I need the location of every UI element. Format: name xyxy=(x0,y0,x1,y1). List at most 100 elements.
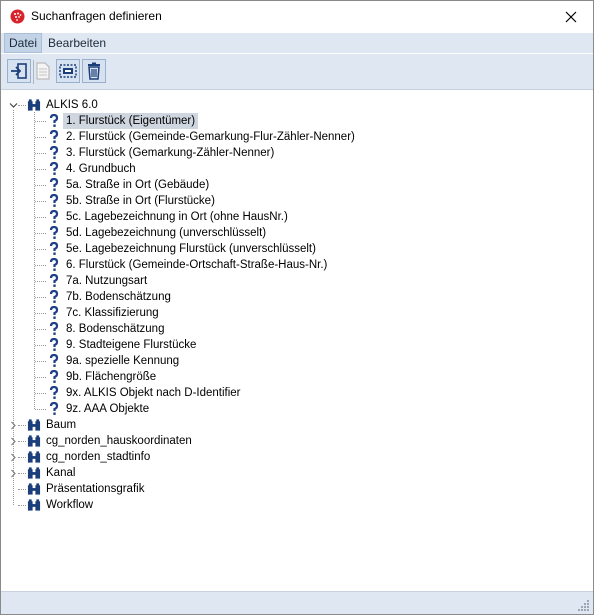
node-label: Baum xyxy=(46,419,77,431)
node-label: 2. Flurstück (Gemeinde-Gemarkung-Flur-Zä… xyxy=(66,131,355,143)
question-icon xyxy=(49,338,59,351)
node-icon-wrap xyxy=(47,354,61,368)
node-label: 9a. spezielle Kennung xyxy=(66,355,180,367)
node-icon-wrap xyxy=(47,162,61,176)
tree-query-item[interactable]: 5c. Lagebezeichnung in Ort (ohne HausNr.… xyxy=(47,209,291,225)
tree-query-item[interactable]: 7a. Nutzungsart xyxy=(47,273,150,289)
tree-query-item[interactable]: 3. Flurstück (Gemarkung-Zähler-Nenner) xyxy=(47,145,277,161)
node-icon-wrap xyxy=(47,242,61,256)
node-label: 5c. Lagebezeichnung in Ort (ohne HausNr.… xyxy=(66,211,288,223)
tree-query-item[interactable]: 9b. Flächengröße xyxy=(47,369,159,385)
menu-datei[interactable]: Datei xyxy=(4,33,43,53)
tree-query-item[interactable]: 5d. Lagebezeichnung (unverschlüsselt) xyxy=(47,225,269,241)
window-title: Suchanfragen definieren xyxy=(31,9,162,23)
tree-connector-horizontal xyxy=(18,441,26,442)
question-icon xyxy=(49,370,59,383)
chevron-down-icon[interactable] xyxy=(9,101,18,110)
node-label: 9b. Flächengröße xyxy=(66,371,157,383)
menu-bearbeiten[interactable]: Bearbeiten xyxy=(44,34,110,52)
tree-query-item[interactable]: 7c. Klassifizierung xyxy=(47,305,162,321)
binoculars-icon xyxy=(27,435,41,447)
tree-query-item[interactable]: 9a. spezielle Kennung xyxy=(47,353,182,369)
tree-node-group[interactable]: Kanal xyxy=(27,465,78,481)
question-icon xyxy=(49,194,59,207)
close-icon xyxy=(565,11,577,22)
question-icon xyxy=(49,146,59,159)
node-label: ALKIS 6.0 xyxy=(46,99,98,111)
binoculars-icon xyxy=(27,451,41,463)
document-icon xyxy=(36,62,50,80)
tree-query-item[interactable]: 1. Flurstück (Eigentümer) xyxy=(47,113,199,129)
tree-node-group[interactable]: Baum xyxy=(27,417,79,433)
node-icon-wrap xyxy=(47,114,61,128)
node-icon-wrap xyxy=(47,322,61,336)
tree-query-item[interactable]: 9. Stadteigene Flurstücke xyxy=(47,337,199,353)
question-icon xyxy=(49,386,59,399)
tree-connector-horizontal xyxy=(35,233,46,234)
tree-connector-horizontal xyxy=(35,201,46,202)
tree-query-item[interactable]: 6. Flurstück (Gemeinde-Ortschaft-Straße-… xyxy=(47,257,330,273)
question-icon xyxy=(49,322,59,335)
tree-query-item[interactable]: 9x. ALKIS Objekt nach D-Identifier xyxy=(47,385,244,401)
tree-node-group[interactable]: Workflow xyxy=(27,497,96,513)
tree-connector-horizontal xyxy=(35,393,46,394)
resize-grip-icon[interactable] xyxy=(578,599,590,611)
tree-query-item[interactable]: 4. Grundbuch xyxy=(47,161,139,177)
chevron-right-icon[interactable] xyxy=(9,453,18,462)
binoculars-icon xyxy=(27,499,41,511)
dialog-window: Suchanfragen definieren Datei Bearbeiten xyxy=(0,0,594,615)
tree-connector-horizontal xyxy=(18,505,26,506)
select-all-icon xyxy=(59,64,77,78)
tree-query-item[interactable]: 2. Flurstück (Gemeinde-Gemarkung-Flur-Zä… xyxy=(47,129,358,145)
node-label: Kanal xyxy=(46,467,76,479)
tree-connector-vertical xyxy=(34,112,35,409)
node-icon-wrap xyxy=(47,306,61,320)
tree-node-group[interactable]: cg_norden_stadtinfo xyxy=(27,449,153,465)
node-label: 5b. Straße in Ort (Flurstücke) xyxy=(66,195,215,207)
question-icon xyxy=(49,242,59,255)
question-icon xyxy=(49,402,59,415)
chevron-right-icon[interactable] xyxy=(9,437,18,446)
delete-button[interactable] xyxy=(82,59,106,83)
tree-node-alkis[interactable]: ALKIS 6.0 xyxy=(27,97,101,113)
tree-node-group[interactable]: cg_norden_hauskoordinaten xyxy=(27,433,195,449)
status-bar xyxy=(1,591,593,614)
node-icon-wrap xyxy=(27,466,41,480)
node-icon-wrap xyxy=(47,226,61,240)
chevron-right-icon[interactable] xyxy=(9,469,18,478)
question-icon xyxy=(49,178,59,191)
tree-query-item[interactable]: 5a. Straße in Ort (Gebäude) xyxy=(47,177,212,193)
trash-icon xyxy=(88,62,100,80)
tree-connector-horizontal xyxy=(35,377,46,378)
tree-connector-horizontal xyxy=(35,217,46,218)
tree-connector-horizontal xyxy=(35,281,46,282)
question-icon xyxy=(49,162,59,175)
tree-connector-horizontal xyxy=(18,489,26,490)
node-label: 4. Grundbuch xyxy=(66,163,136,175)
tree-query-item[interactable]: 9z. AAA Objekte xyxy=(47,401,152,417)
node-label: 9. Stadteigene Flurstücke xyxy=(66,339,197,351)
node-icon-wrap xyxy=(47,210,61,224)
binoculars-icon xyxy=(27,483,41,495)
tree-query-item[interactable]: 5e. Lagebezeichnung Flurstück (unverschl… xyxy=(47,241,319,257)
chevron-right-icon[interactable] xyxy=(9,421,18,430)
node-icon-wrap xyxy=(47,402,61,416)
tree-connector-horizontal xyxy=(35,345,46,346)
node-label: 8. Bodenschätzung xyxy=(66,323,165,335)
node-icon-wrap xyxy=(27,418,41,432)
node-label: 7a. Nutzungsart xyxy=(66,275,148,287)
close-button[interactable] xyxy=(549,1,593,32)
select-all-button[interactable] xyxy=(56,59,80,83)
node-icon-wrap xyxy=(47,258,61,272)
node-icon-wrap xyxy=(27,434,41,448)
new-document-button[interactable] xyxy=(31,59,55,83)
question-icon xyxy=(49,210,59,223)
tree-query-item[interactable]: 8. Bodenschätzung xyxy=(47,321,167,337)
node-label: 3. Flurstück (Gemarkung-Zähler-Nenner) xyxy=(66,147,275,159)
tree-query-item[interactable]: 7b. Bodenschätzung xyxy=(47,289,174,305)
tree-connector-horizontal xyxy=(35,409,46,410)
tree-query-item[interactable]: 5b. Straße in Ort (Flurstücke) xyxy=(47,193,218,209)
node-label: Präsentationsgrafik xyxy=(46,483,145,495)
exit-button[interactable] xyxy=(7,59,31,83)
tree-node-group[interactable]: Präsentationsgrafik xyxy=(27,481,147,497)
